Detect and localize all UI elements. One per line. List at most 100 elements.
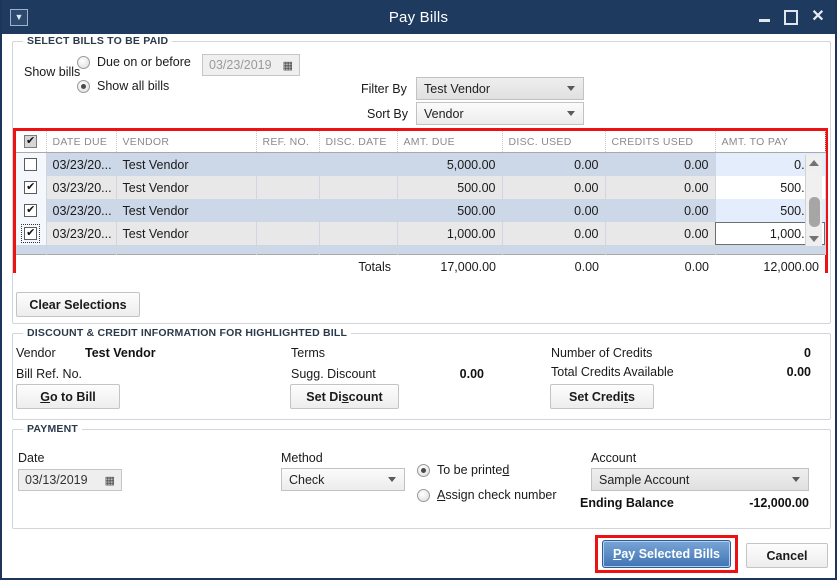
col-ref-no[interactable]: REF. NO. xyxy=(256,131,319,153)
maximize-icon[interactable] xyxy=(784,9,798,25)
filter-by-value: Test Vendor xyxy=(424,82,490,96)
col-vendor[interactable]: VENDOR xyxy=(116,131,256,153)
cell-vendor[interactable]: Test Vendor xyxy=(116,199,256,222)
cell-disc-date[interactable] xyxy=(319,153,397,177)
radio-assign-check-number-indicator[interactable] xyxy=(417,489,430,502)
pay-selected-bills-label: Pay Selected Bills xyxy=(613,547,720,561)
cell-ref-no[interactable] xyxy=(256,222,319,245)
cell-disc-used[interactable]: 0.00 xyxy=(502,176,605,199)
cell-disc-used[interactable]: 0.00 xyxy=(502,199,605,222)
window-title: Pay Bills xyxy=(2,9,835,26)
col-disc-date[interactable]: DISC. DATE xyxy=(319,131,397,153)
payment-date-value: 03/13/2019 xyxy=(25,473,88,487)
scroll-up-icon[interactable] xyxy=(806,155,822,170)
chevron-down-icon[interactable] xyxy=(792,477,800,482)
select-all-checkbox[interactable]: ✔ xyxy=(24,135,37,148)
set-discount-button[interactable]: Set Discount xyxy=(290,384,399,409)
col-disc-used[interactable]: DISC. USED xyxy=(502,131,605,153)
chevron-down-icon[interactable] xyxy=(567,111,575,116)
calendar-icon[interactable]: ▦ xyxy=(283,59,293,72)
calendar-icon[interactable]: ▦ xyxy=(105,474,115,487)
total-credits-value: 0.00 xyxy=(742,365,811,379)
radio-to-be-printed-indicator[interactable] xyxy=(417,464,430,477)
row-checkbox-wrapper[interactable]: ✔ xyxy=(22,179,39,196)
cell-date-due[interactable]: 03/23/20... xyxy=(46,153,116,177)
cell-credits-used[interactable]: 0.00 xyxy=(605,222,715,245)
radio-assign-check-number[interactable]: Assign check number xyxy=(417,488,557,502)
row-checkbox-wrapper[interactable] xyxy=(22,156,39,173)
go-to-bill-button[interactable]: Go to Bill xyxy=(16,384,120,409)
payment-date-input[interactable]: 03/13/2019 ▦ xyxy=(18,469,122,491)
radio-due-on-or-before-indicator[interactable] xyxy=(77,56,90,69)
cell-amt-due[interactable]: 5,000.00 xyxy=(397,153,502,177)
row-checkbox[interactable]: ✔ xyxy=(24,181,37,194)
row-checkbox[interactable]: ✔ xyxy=(24,204,37,217)
close-icon[interactable]: ✕ xyxy=(811,9,825,25)
header-select-all-cell[interactable]: ✔ xyxy=(16,131,46,153)
cell-disc-used[interactable]: 0.00 xyxy=(502,222,605,245)
payment-legend: PAYMENT xyxy=(23,423,82,435)
scroll-down-icon[interactable] xyxy=(806,231,822,246)
account-select[interactable]: Sample Account xyxy=(591,468,809,491)
set-credits-label: Set Credits xyxy=(569,390,635,404)
cell-amt-due[interactable]: 500.00 xyxy=(397,199,502,222)
cancel-button[interactable]: Cancel xyxy=(746,543,828,568)
col-credits-used[interactable]: CREDITS USED xyxy=(605,131,715,153)
sort-by-select[interactable]: Vendor xyxy=(416,102,584,125)
radio-to-be-printed[interactable]: To be printed xyxy=(417,463,509,477)
table-row[interactable]: ✔03/23/20...Test Vendor1,000.000.000.001… xyxy=(16,222,825,245)
cell-ref-no[interactable] xyxy=(256,199,319,222)
vendor-value: Test Vendor xyxy=(85,346,156,360)
row-checkbox[interactable] xyxy=(24,158,37,171)
cell-date-due[interactable]: 03/23/20... xyxy=(46,222,116,245)
minimize-icon[interactable] xyxy=(757,9,771,25)
radio-to-be-printed-label: To be printed xyxy=(437,463,509,477)
cell-disc-date[interactable] xyxy=(319,199,397,222)
sugg-discount-value: 0.00 xyxy=(419,367,484,381)
row-select-cell[interactable]: ✔ xyxy=(16,222,46,245)
set-credits-button[interactable]: Set Credits xyxy=(550,384,654,409)
row-checkbox[interactable]: ✔ xyxy=(24,227,37,240)
cell-date-due[interactable]: 03/23/20... xyxy=(46,199,116,222)
chevron-down-icon[interactable] xyxy=(567,86,575,91)
row-checkbox-wrapper[interactable]: ✔ xyxy=(22,202,39,219)
cell-vendor[interactable]: Test Vendor xyxy=(116,153,256,177)
row-checkbox-wrapper[interactable]: ✔ xyxy=(22,225,39,242)
table-row[interactable]: 03/23/20...Test Vendor5,000.000.000.000.… xyxy=(16,153,825,177)
table-row[interactable]: ✔03/23/20...Test Vendor500.000.000.00500… xyxy=(16,199,825,222)
cell-vendor[interactable]: Test Vendor xyxy=(116,222,256,245)
col-amt-to-pay[interactable]: AMT. TO PAY xyxy=(715,131,825,153)
radio-show-all-bills-indicator[interactable] xyxy=(77,80,90,93)
clear-selections-button[interactable]: Clear Selections xyxy=(16,292,140,317)
filter-by-select[interactable]: Test Vendor xyxy=(416,77,584,100)
cell-disc-date[interactable] xyxy=(319,176,397,199)
cell-credits-used[interactable]: 0.00 xyxy=(605,176,715,199)
cell-ref-no[interactable] xyxy=(256,176,319,199)
table-header-row: ✔ DATE DUE VENDOR REF. NO. DISC. DATE AM… xyxy=(16,131,825,153)
pay-selected-bills-button[interactable]: Pay Selected Bills xyxy=(602,540,731,568)
cell-disc-date[interactable] xyxy=(319,222,397,245)
scrollbar-thumb[interactable] xyxy=(809,197,820,227)
cell-credits-used[interactable]: 0.00 xyxy=(605,153,715,177)
due-date-input[interactable]: 03/23/2019 ▦ xyxy=(202,54,300,76)
cell-date-due[interactable]: 03/23/20... xyxy=(46,176,116,199)
cell-vendor[interactable]: Test Vendor xyxy=(116,176,256,199)
radio-due-on-or-before[interactable]: Due on or before xyxy=(77,55,191,69)
cancel-label: Cancel xyxy=(767,549,808,563)
bills-table-scrollbar[interactable] xyxy=(805,155,822,246)
col-amt-due[interactable]: AMT. DUE xyxy=(397,131,502,153)
cell-ref-no[interactable] xyxy=(256,153,319,177)
row-select-cell[interactable]: ✔ xyxy=(16,176,46,199)
table-row[interactable]: ✔03/23/20...Test Vendor500.000.000.00500… xyxy=(16,176,825,199)
cell-credits-used[interactable]: 0.00 xyxy=(605,199,715,222)
chevron-down-icon[interactable] xyxy=(388,477,396,482)
cell-disc-used[interactable]: 0.00 xyxy=(502,153,605,177)
cell-amt-due[interactable]: 500.00 xyxy=(397,176,502,199)
radio-show-all-bills[interactable]: Show all bills xyxy=(77,79,169,93)
row-select-cell[interactable]: ✔ xyxy=(16,199,46,222)
payment-date-label: Date xyxy=(18,451,44,465)
row-select-cell[interactable] xyxy=(16,153,46,177)
col-date-due[interactable]: DATE DUE xyxy=(46,131,116,153)
cell-amt-due[interactable]: 1,000.00 xyxy=(397,222,502,245)
payment-method-select[interactable]: Check xyxy=(281,468,405,491)
